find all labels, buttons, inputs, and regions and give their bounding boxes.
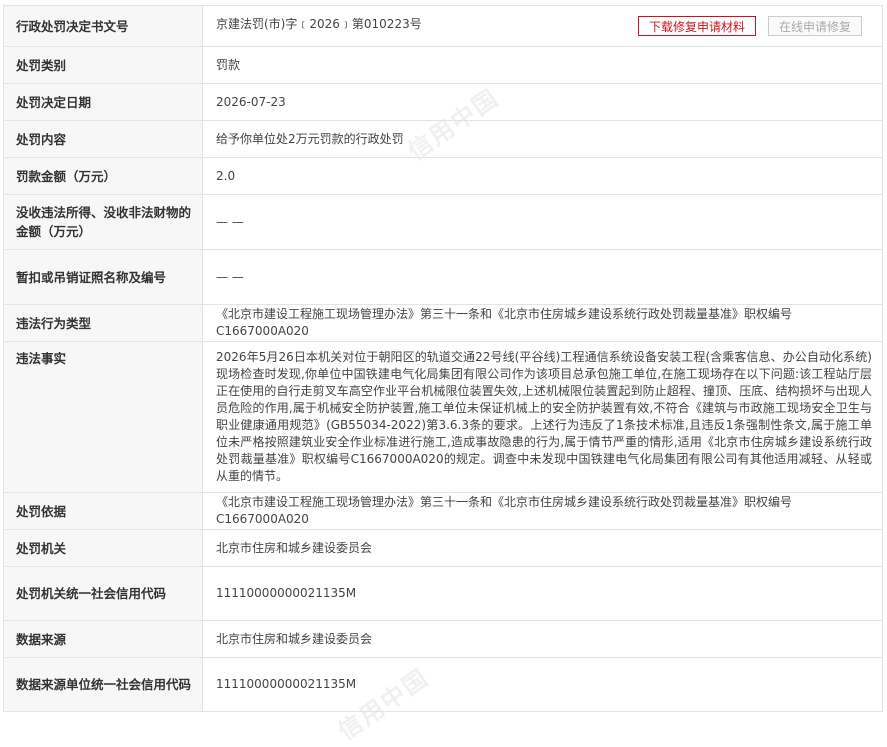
row-label: 处罚依据: [3, 492, 203, 530]
row-label: 处罚机关: [3, 529, 203, 567]
row-label: 违法行为类型: [3, 304, 203, 342]
table-row: 数据来源 北京市住房和城乡建设委员会: [3, 620, 883, 658]
row-value: 2026-07-23: [202, 83, 883, 121]
row-label: 暂扣或吊销证照名称及编号: [3, 249, 203, 305]
table-row: 处罚机关统一社会信用代码 11110000000021135M: [3, 566, 883, 621]
row-label: 违法事实: [3, 341, 203, 493]
table-row: 处罚机关 北京市住房和城乡建设委员会: [3, 529, 883, 567]
penalty-detail-table: 行政处罚决定书文号 京建法罚(市)字﹝2026﹞第010223号 在线申请修复 …: [3, 5, 883, 712]
table-row: 罚款金额（万元） 2.0: [3, 157, 883, 195]
row-value: — —: [202, 249, 883, 305]
decision-number: 京建法罚(市)字﹝2026﹞第010223号: [216, 17, 422, 31]
table-row: 处罚内容 给予你单位处2万元罚款的行政处罚: [3, 120, 883, 158]
apply-repair-button[interactable]: 在线申请修复: [767, 16, 862, 36]
row-value: 北京市住房和城乡建设委员会: [202, 529, 883, 567]
row-label: 处罚内容: [3, 120, 203, 158]
table-row: 处罚类别 罚款: [3, 46, 883, 84]
row-label: 处罚类别: [3, 46, 203, 84]
row-label: 处罚决定日期: [3, 83, 203, 121]
row-value: 11110000000021135M: [202, 657, 883, 712]
row-value: 北京市住房和城乡建设委员会: [202, 620, 883, 658]
row-value: 2.0: [202, 157, 883, 195]
row-value: 11110000000021135M: [202, 566, 883, 621]
row-value: 《北京市建设工程施工现场管理办法》第三十一条和《北京市住房城乡建设系统行政处罚裁…: [202, 492, 883, 530]
row-label: 没收违法所得、没收非法财物的金额（万元）: [3, 194, 203, 250]
table-row: 数据来源单位统一社会信用代码 11110000000021135M: [3, 657, 883, 712]
download-repair-materials-button[interactable]: 下载修复申请材料: [637, 16, 756, 36]
row-value: 给予你单位处2万元罚款的行政处罚: [202, 120, 883, 158]
table-row: 行政处罚决定书文号 京建法罚(市)字﹝2026﹞第010223号 在线申请修复 …: [3, 5, 883, 47]
row-value: 京建法罚(市)字﹝2026﹞第010223号 在线申请修复 下载修复申请材料: [202, 5, 883, 47]
row-value: 2026年5月26日本机关对位于朝阳区的轨道交通22号线(平谷线)工程通信系统设…: [202, 341, 883, 493]
row-label: 罚款金额（万元）: [3, 157, 203, 195]
table-row: 违法事实 2026年5月26日本机关对位于朝阳区的轨道交通22号线(平谷线)工程…: [3, 341, 883, 493]
row-label: 处罚机关统一社会信用代码: [3, 566, 203, 621]
row-value: 罚款: [202, 46, 883, 84]
row-value: — —: [202, 194, 883, 250]
row-label: 数据来源单位统一社会信用代码: [3, 657, 203, 712]
table-row: 处罚决定日期 2026-07-23: [3, 83, 883, 121]
table-row: 没收违法所得、没收非法财物的金额（万元） — —: [3, 194, 883, 250]
table-row: 处罚依据 《北京市建设工程施工现场管理办法》第三十一条和《北京市住房城乡建设系统…: [3, 492, 883, 530]
row-label: 数据来源: [3, 620, 203, 658]
row-value: 《北京市建设工程施工现场管理办法》第三十一条和《北京市住房城乡建设系统行政处罚裁…: [202, 304, 883, 342]
table-row: 暂扣或吊销证照名称及编号 — —: [3, 249, 883, 305]
row-label: 行政处罚决定书文号: [3, 5, 203, 47]
table-row: 违法行为类型 《北京市建设工程施工现场管理办法》第三十一条和《北京市住房城乡建设…: [3, 304, 883, 342]
